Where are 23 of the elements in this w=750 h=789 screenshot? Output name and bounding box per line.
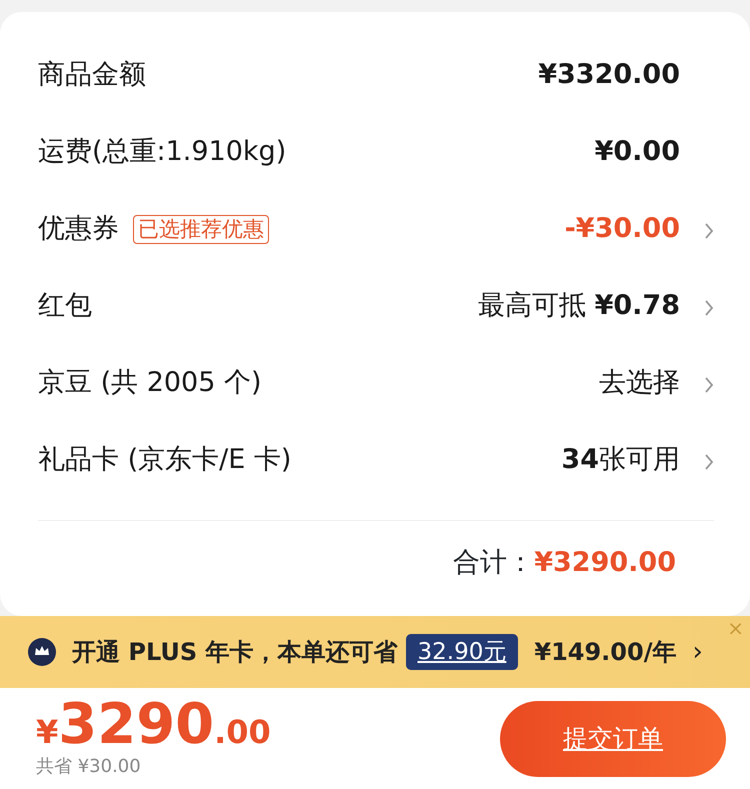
plus-promo-text: 开通 PLUS 年卡，本单还可省 [72, 637, 398, 668]
saving-amount: 32.90元 [406, 634, 518, 670]
row-value: ¥0.00 [594, 135, 680, 170]
coupon-tag: 已选推荐优惠 [133, 214, 269, 244]
total-label: 合计： [453, 546, 534, 580]
row-value: ¥3320.00 [538, 58, 680, 92]
row-value[interactable]: 34张可用 [561, 440, 680, 481]
row-label: 红包 [38, 289, 92, 324]
saved-amount: 共省 ¥30.00 [36, 755, 142, 779]
crown-icon [28, 638, 56, 666]
total-price: ¥3290.00 [36, 697, 271, 753]
row-value[interactable]: 去选择 [599, 363, 680, 404]
total-amount: ¥3290.00 [534, 546, 676, 580]
row-label: 京豆 (共 2005 个) [38, 366, 262, 400]
row-value[interactable]: 最高可抵 ¥0.78 [478, 286, 680, 327]
plus-price: ¥149.00/年 [534, 637, 676, 668]
row-label: 运费(总重:1.910kg) [38, 135, 286, 170]
plus-banner[interactable]: 开通 PLUS 年卡，本单还可省 32.90元 ¥149.00/年 › × [0, 616, 750, 688]
chevron-icon: › [692, 632, 703, 672]
row-label: 商品金额 [38, 58, 146, 92]
row-value[interactable]: -¥30.00 [564, 209, 680, 250]
row-label: 优惠券 [38, 212, 119, 246]
row-label: 礼品卡 (京东卡/E 卡) [38, 443, 292, 478]
